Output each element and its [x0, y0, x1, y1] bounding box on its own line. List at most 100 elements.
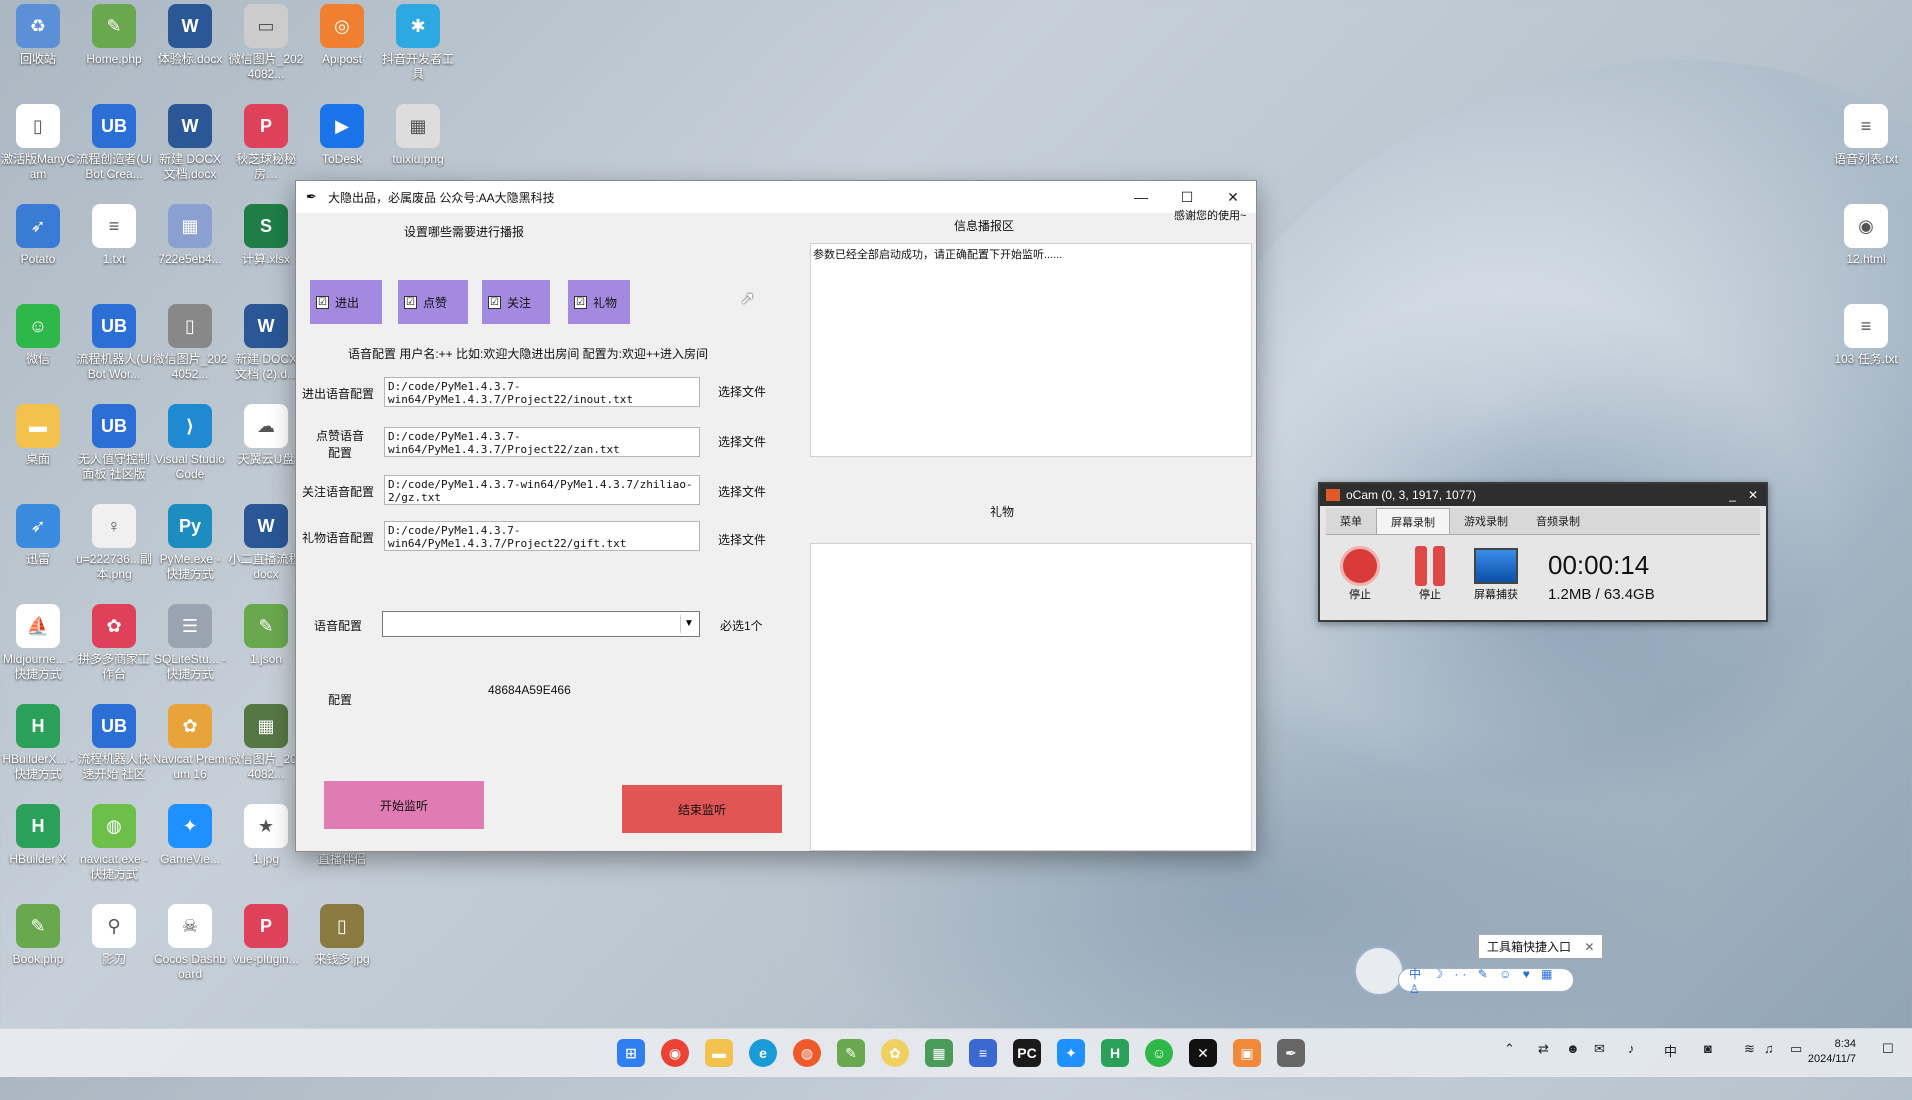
desktop-icon[interactable]: ▦ 722e5eb4...: [152, 204, 228, 267]
checkbox-like[interactable]: ☑ 点赞: [398, 280, 468, 324]
feather-icon[interactable]: ✒: [1277, 1039, 1305, 1067]
gift-select-file-button[interactable]: 选择文件: [718, 531, 766, 548]
ime-bar[interactable]: 中 ☽ ·· ✎ ☺ ♥ ▦ ♙: [1398, 967, 1574, 996]
ime-tray-icon[interactable]: 中: [1664, 1041, 1677, 1060]
stop-listen-button[interactable]: 结束监听: [622, 785, 782, 833]
edge-icon[interactable]: e: [749, 1039, 777, 1067]
desktop-icon[interactable]: ◍ navicat.exe - 快捷方式: [76, 804, 152, 882]
wechat-icon[interactable]: ☺: [1145, 1039, 1173, 1067]
hbuilder-icon[interactable]: H: [1101, 1039, 1129, 1067]
ocam-tab-screen[interactable]: 屏幕录制: [1376, 508, 1450, 534]
capcut-icon[interactable]: ✕: [1189, 1039, 1217, 1067]
ocam-tab-menu[interactable]: 菜单: [1326, 508, 1376, 534]
desktop-icon[interactable]: ✿ 拼多多商家工作台: [76, 604, 152, 682]
close-icon[interactable]: ✕: [1584, 940, 1594, 954]
desktop-icon[interactable]: W 新建 DOCX 文档 (2).d...: [228, 304, 304, 382]
desktop-icon[interactable]: ✱ 抖音开发者工具: [380, 4, 456, 82]
mic-icon[interactable]: ♪: [1628, 1041, 1635, 1056]
desktop-icon[interactable]: Py PyMe.exe - 快捷方式: [152, 504, 228, 582]
gift-textarea[interactable]: [810, 543, 1252, 851]
desktop-icon[interactable]: W 小二直播流程.docx: [228, 504, 304, 582]
desktop-icon[interactable]: S 计算.xlsx: [228, 204, 304, 267]
app-tray-icon[interactable]: ◙: [1704, 1041, 1712, 1056]
title-bar[interactable]: ✒ 大隐出品，必属废品 公众号:AA大隐黑科技 — ☐ ✕: [296, 181, 1256, 213]
checkbox-inout[interactable]: ☑ 进出: [310, 280, 382, 324]
desktop-icon[interactable]: ★ 1.jpg: [228, 804, 304, 867]
checkbox-follow[interactable]: ☑ 关注: [482, 280, 550, 324]
ocam-pause-button[interactable]: 停止: [1400, 546, 1460, 602]
ocam-icon[interactable]: ▣: [1233, 1039, 1261, 1067]
ocam-close-button[interactable]: ✕: [1748, 488, 1758, 502]
desktop-icon[interactable]: UB 流程机器人快速开始 社区: [76, 704, 152, 782]
gift-voice-path[interactable]: D:/code/PyMe1.4.3.7-win64/PyMe1.4.3.7/Pr…: [384, 521, 700, 551]
chevron-down-icon[interactable]: ▼: [680, 615, 697, 633]
desktop-icon[interactable]: UB 流程机器人(UiBot Wor...: [76, 304, 152, 382]
desktop-icon[interactable]: ➶ Potato: [0, 204, 76, 267]
desktop-icon[interactable]: Pvue-plugin...: [228, 904, 304, 967]
desktop-icon[interactable]: ➶ 迅雷: [0, 504, 76, 567]
desktop-icon[interactable]: ⟩ Visual Studio Code: [152, 404, 228, 482]
desktop-icon[interactable]: ☁ 天翼云U盘: [228, 404, 304, 467]
start-icon[interactable]: ⊞: [617, 1039, 645, 1067]
desktop-icon[interactable]: ≡ 103 任务.txt: [1828, 304, 1904, 367]
pycharm-icon[interactable]: PC: [1013, 1039, 1041, 1067]
chevron-up-icon[interactable]: ⌃: [1504, 1041, 1515, 1057]
notification-icon[interactable]: ☐: [1882, 1041, 1894, 1057]
desktop-icon[interactable]: W 新建 DOCX 文档.docx: [152, 104, 228, 182]
checkbox-gift[interactable]: ☑ 礼物: [568, 280, 630, 324]
desktop-icon[interactable]: ♻ 回收站: [0, 4, 76, 67]
speaker-icon[interactable]: ♫: [1764, 1041, 1774, 1056]
ocam-minimize-button[interactable]: _: [1729, 488, 1736, 502]
desktop-icon[interactable]: ▶ ToDesk: [304, 104, 380, 167]
desktop-icon[interactable]: ✦ GameVie...: [152, 804, 228, 867]
desktop-icon[interactable]: ▯ 微信图片_2024052...: [152, 304, 228, 382]
navicat-icon[interactable]: ✿: [881, 1039, 909, 1067]
battery-icon[interactable]: ▭: [1790, 1041, 1802, 1057]
desktop-icon[interactable]: H HBuilder X: [0, 804, 76, 867]
ocam-tab-game[interactable]: 游戏录制: [1450, 508, 1522, 534]
desktop-icon[interactable]: ✎ Home.php: [76, 4, 152, 67]
desktop-icon[interactable]: ▭ 微信图片_2024082...: [228, 4, 304, 82]
ocam-stop-button[interactable]: 停止: [1330, 546, 1390, 602]
inout-select-file-button[interactable]: 选择文件: [718, 383, 766, 400]
qq-icon[interactable]: ☻: [1566, 1041, 1580, 1056]
wifi-icon[interactable]: ≋: [1744, 1041, 1755, 1057]
follow-select-file-button[interactable]: 选择文件: [718, 483, 766, 500]
folder-icon[interactable]: ▬: [705, 1039, 733, 1067]
desktop-icon[interactable]: ☠ Cocos Dashboard: [152, 904, 228, 982]
app-icon[interactable]: ▦: [925, 1039, 953, 1067]
desktop-icon[interactable]: ◎ Apipost: [304, 4, 380, 67]
desktop-icon[interactable]: ◉ 12.html: [1828, 204, 1904, 267]
clock[interactable]: 8:34 2024/11/7: [1808, 1037, 1856, 1067]
desktop-icon[interactable]: ▦ tuixiu.png: [380, 104, 456, 167]
gameviewer-icon[interactable]: ✦: [1057, 1039, 1085, 1067]
desktop-icon[interactable]: H HBuilderX... - 快捷方式: [0, 704, 76, 782]
chrome-icon[interactable]: ◉: [661, 1039, 689, 1067]
desktop-icon[interactable]: ≡ 语音列表.txt: [1828, 104, 1904, 167]
voice-select[interactable]: ▼: [382, 611, 700, 637]
ocam-tab-audio[interactable]: 音频录制: [1522, 508, 1594, 534]
follow-voice-path[interactable]: D:/code/PyMe1.4.3.7-win64/PyMe1.4.3.7/zh…: [384, 475, 700, 505]
tray-app-icon[interactable]: ⇄: [1538, 1041, 1549, 1057]
desktop-icon[interactable]: ✎ Book.php: [0, 904, 76, 967]
desktop-icon[interactable]: ▯ 激活版ManyCam: [0, 104, 76, 182]
desktop-icon[interactable]: W 体验标.docx: [152, 4, 228, 67]
notepad-icon[interactable]: ≡: [969, 1039, 997, 1067]
desktop-icon[interactable]: ✿ Navicat Premium 16: [152, 704, 228, 782]
minimize-button[interactable]: —: [1118, 181, 1164, 213]
start-listen-button[interactable]: 开始监听: [324, 781, 484, 829]
desktop-icon[interactable]: UB 流程创造者(UiBot Crea...: [76, 104, 152, 182]
mail-icon[interactable]: ✉: [1594, 1041, 1605, 1057]
inout-voice-path[interactable]: D:/code/PyMe1.4.3.7-win64/PyMe1.4.3.7/Pr…: [384, 377, 700, 407]
ime-avatar[interactable]: [1354, 946, 1404, 996]
desktop-icon[interactable]: ≡ 1.txt: [76, 204, 152, 267]
desktop-icon[interactable]: ☰ SQLiteStu... - 快捷方式: [152, 604, 228, 682]
desktop-icon[interactable]: ▬ 桌面: [0, 404, 76, 467]
info-textarea[interactable]: 参数已经全部启动成功，请正确配置下开始监听......: [810, 243, 1252, 457]
like-voice-path[interactable]: D:/code/PyMe1.4.3.7-win64/PyMe1.4.3.7/Pr…: [384, 427, 700, 457]
desktop-icon[interactable]: ♀ u=222736...副本.png: [76, 504, 152, 582]
desktop-icon[interactable]: ⚲ 影刀: [76, 904, 152, 967]
desktop-icon[interactable]: ⛵ Midjourne... - 快捷方式: [0, 604, 76, 682]
desktop-icon[interactable]: P 秋芝球秘秘房…: [228, 104, 304, 182]
desktop-icon[interactable]: ▦ 微信图片_2024082...: [228, 704, 304, 782]
